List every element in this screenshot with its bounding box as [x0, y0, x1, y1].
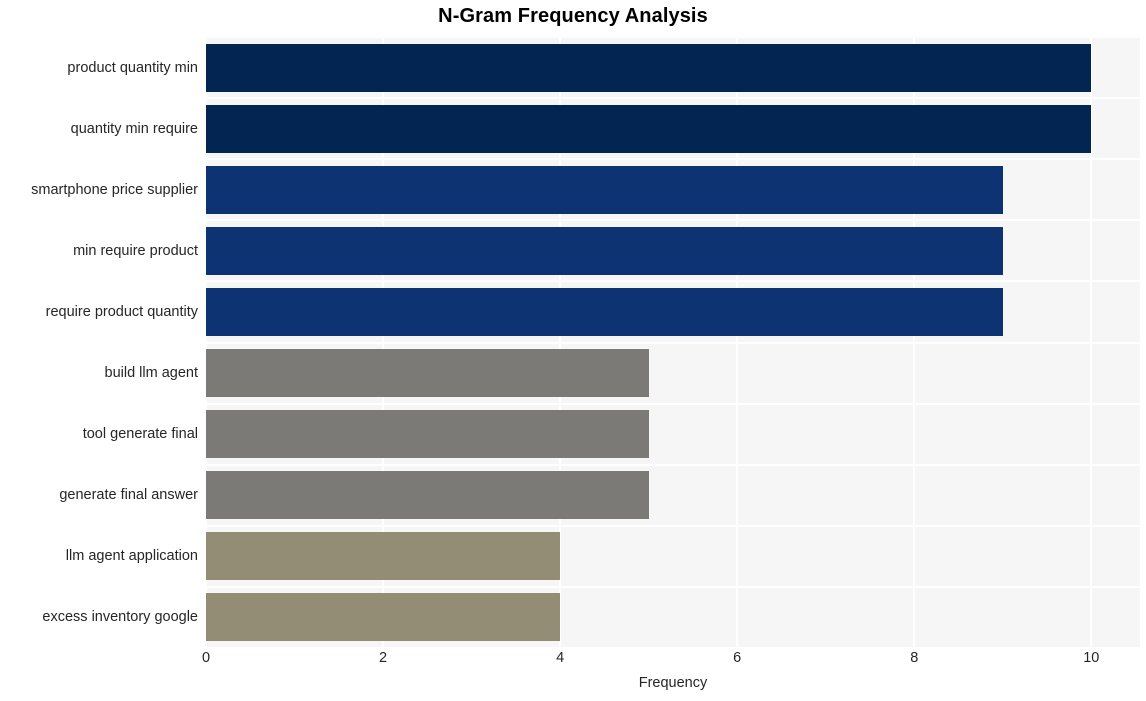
y-axis-tick-label: smartphone price supplier [31, 181, 198, 198]
y-axis-tick-labels: product quantity min quantity min require… [0, 37, 198, 648]
y-axis-tick-label: product quantity min [67, 59, 198, 76]
chart-title: N-Gram Frequency Analysis [438, 5, 708, 27]
y-axis-tick-label: llm agent application [65, 548, 198, 565]
bar [206, 410, 649, 459]
x-axis-tick-label: 2 [379, 650, 388, 666]
bar [206, 532, 561, 581]
bar [206, 349, 649, 398]
gridline-horizontal [206, 524, 1140, 527]
y-axis-tick-label: quantity min require [70, 120, 198, 137]
gridline-horizontal [206, 402, 1140, 405]
gridline-horizontal [206, 219, 1140, 222]
x-axis-tick-label: 4 [556, 650, 565, 666]
x-axis-tick-label: 0 [201, 650, 211, 666]
bar [206, 471, 649, 520]
bar [206, 287, 1003, 336]
y-axis-tick-label: excess inventory google [42, 609, 198, 626]
bar [206, 593, 561, 642]
plot-area [206, 37, 1140, 648]
y-axis-tick-label: min require product [73, 242, 198, 259]
gridline-horizontal [206, 585, 1140, 588]
y-axis-tick-label: generate final answer [59, 487, 198, 504]
x-axis-tick-labels: 0 2 4 6 8 10 [202, 650, 1140, 674]
gridline-horizontal [206, 158, 1140, 161]
gridline-horizontal [206, 647, 1140, 648]
y-axis-tick-label: require product quantity [45, 303, 198, 320]
gridline-horizontal [206, 341, 1140, 344]
gridline-horizontal [206, 463, 1140, 466]
x-axis-tick-label: 6 [733, 650, 742, 666]
y-axis-tick-label: build llm agent [104, 365, 199, 382]
bar [206, 226, 1003, 275]
bar [206, 43, 1092, 92]
gridline-horizontal [206, 280, 1140, 283]
chart-figure: N-Gram Frequency Analysis product quanti… [0, 0, 1146, 701]
gridline-horizontal [206, 97, 1140, 100]
gridline-horizontal [206, 37, 1140, 38]
bar [206, 165, 1003, 214]
x-axis-tick-label: 8 [910, 650, 919, 666]
x-axis-title: Frequency [638, 675, 708, 691]
y-axis-tick-label: tool generate final [82, 426, 198, 443]
x-axis-tick-label: 10 [1083, 650, 1100, 666]
bar [206, 104, 1092, 153]
